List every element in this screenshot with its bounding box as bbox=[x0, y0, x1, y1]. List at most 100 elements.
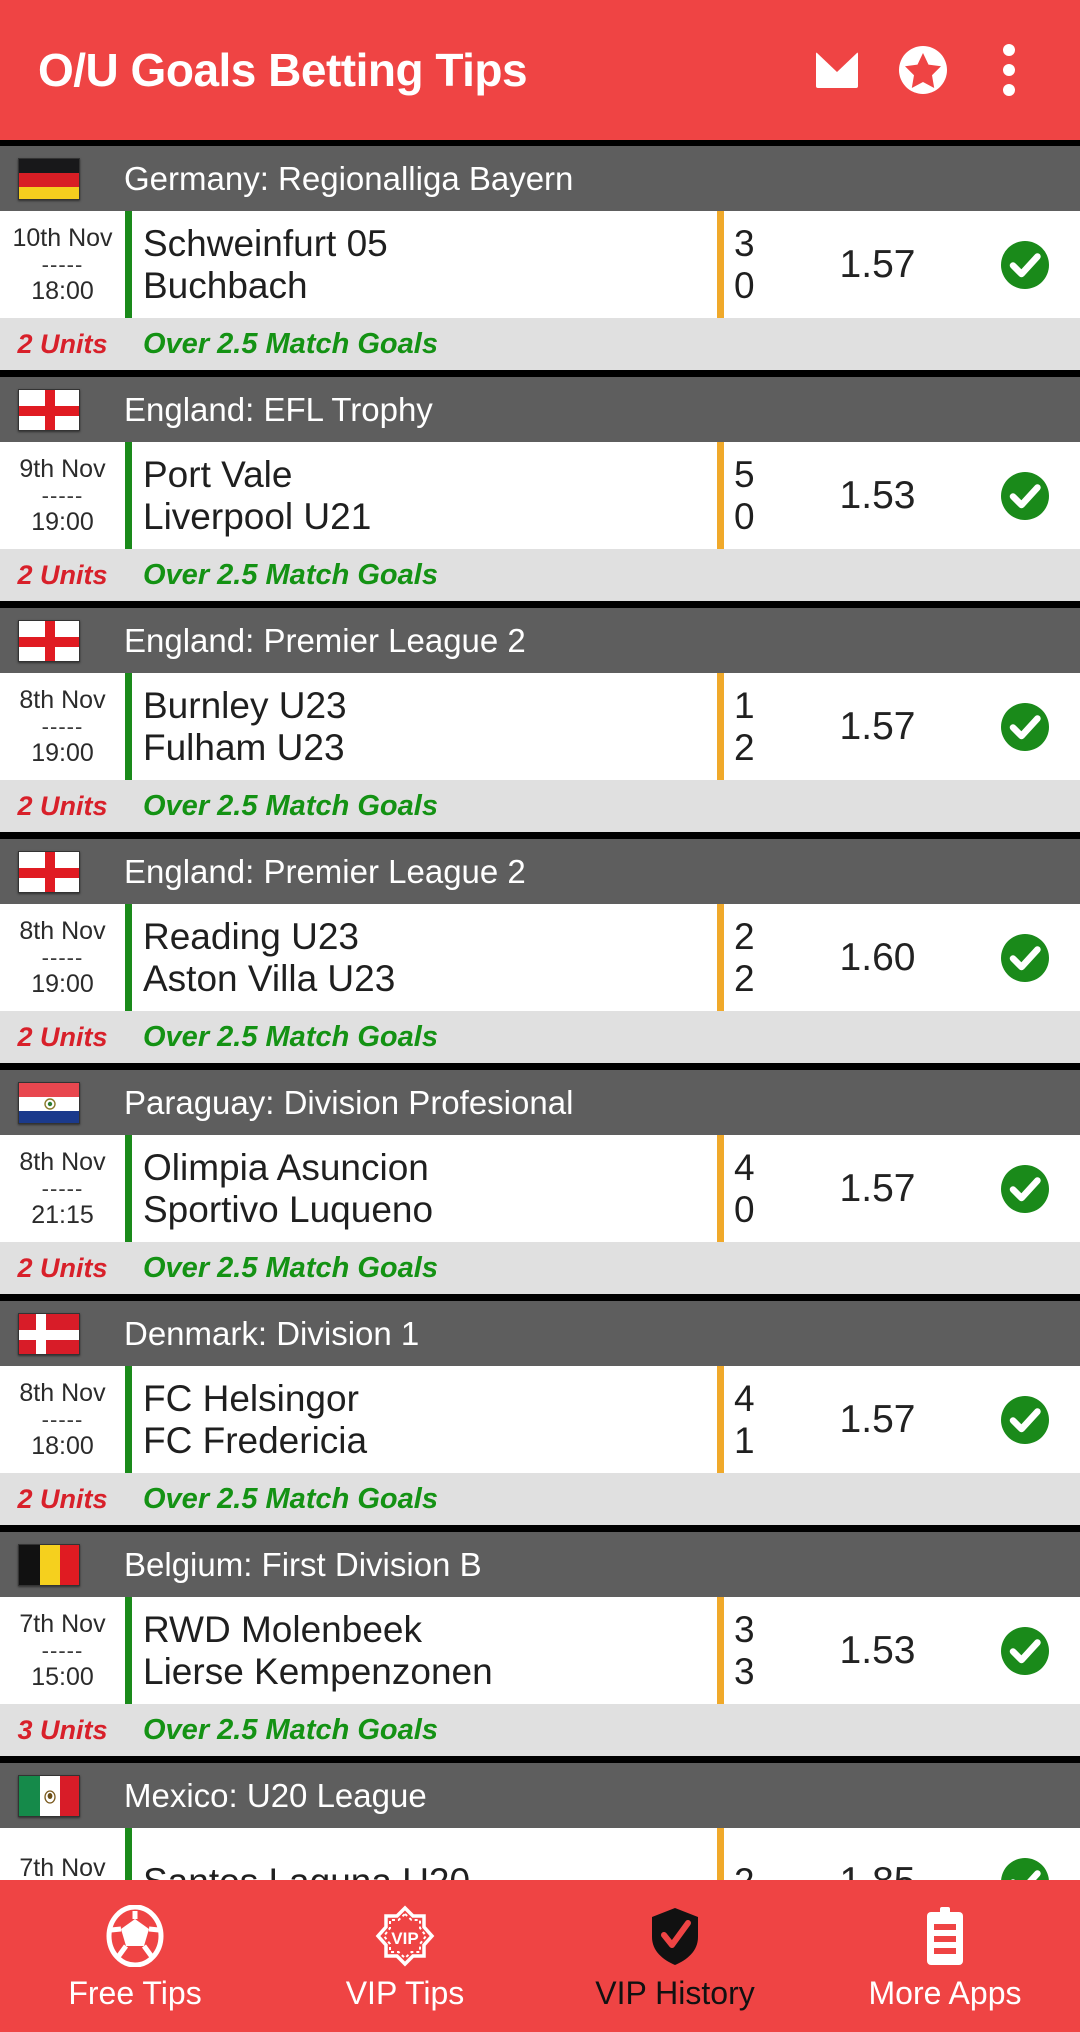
away-score: 2 bbox=[734, 957, 755, 999]
tip-card[interactable]: Germany: Regionalliga Bayern 10th Nov ----… bbox=[0, 146, 1080, 370]
away-score: 0 bbox=[734, 264, 755, 306]
clipboard-icon bbox=[914, 1903, 976, 1969]
match-date: 7th Nov bbox=[19, 1853, 106, 1882]
match-date: 8th Nov bbox=[19, 1378, 106, 1407]
match-time: 21:15 bbox=[31, 1201, 94, 1230]
nav-item-label: VIP History bbox=[595, 1975, 755, 2011]
league-header: England: EFL Trophy bbox=[0, 377, 1080, 442]
team-names: Port Vale Liverpool U21 bbox=[125, 442, 717, 549]
team-names: Reading U23 Aston Villa U23 bbox=[125, 904, 717, 1011]
units-stake: 2 Units bbox=[17, 1252, 108, 1283]
nav-item-vip-history[interactable]: VIP History bbox=[540, 1880, 810, 2032]
match-row[interactable]: 8th Nov ----- 19:00 Burnley U23 Fulham U23 1 2… bbox=[0, 673, 1080, 780]
match-date: 7th Nov bbox=[19, 1609, 106, 1638]
vip-badge-icon: VIP bbox=[374, 1903, 436, 1969]
match-score: 30 bbox=[717, 211, 785, 318]
tip-card[interactable]: England: Premier League 2 8th Nov ----- 19:… bbox=[0, 608, 1080, 832]
country-flag-icon bbox=[18, 157, 80, 200]
nav-item-label: More Apps bbox=[868, 1975, 1022, 2011]
away-team: Aston Villa U23 bbox=[143, 957, 396, 999]
match-datetime: 8th Nov ----- 21:15 bbox=[0, 1135, 125, 1242]
tip-row: 2 Units Over 2.5 Match Goals bbox=[0, 1473, 1080, 1525]
match-row[interactable]: 7th Nov ----- 15:00 RWD Molenbeek Lierse Kem… bbox=[0, 1597, 1080, 1704]
league-header: Mexico: U20 League bbox=[0, 1763, 1080, 1828]
league-header: Germany: Regionalliga Bayern bbox=[0, 146, 1080, 211]
tip-card[interactable]: Denmark: Division 1 8th Nov ----- 18:00 FC H… bbox=[0, 1301, 1080, 1525]
home-score: 2 bbox=[734, 916, 755, 958]
tip-selection: Over 2.5 Match Goals bbox=[143, 1482, 438, 1515]
tip-card[interactable]: Paraguay: Division Profesional 8th Nov ---… bbox=[0, 1070, 1080, 1294]
tip-card[interactable]: England: Premier League 2 8th Nov ----- 19:… bbox=[0, 839, 1080, 1063]
match-datetime: 9th Nov ----- 19:00 bbox=[0, 442, 125, 549]
home-score: 1 bbox=[734, 685, 755, 727]
tip-selection: Over 2.5 Match Goals bbox=[143, 789, 438, 822]
units-stake: 2 Units bbox=[17, 1483, 108, 1514]
match-datetime: 8th Nov ----- 19:00 bbox=[0, 673, 125, 780]
page-title: O/U Goals Betting Tips bbox=[38, 44, 528, 96]
match-row[interactable]: 8th Nov ----- 18:00 FC Helsingor FC Frederic… bbox=[0, 1366, 1080, 1473]
tip-card[interactable]: England: EFL Trophy 9th Nov ----- 19:00 Port… bbox=[0, 377, 1080, 601]
result-status-icon bbox=[970, 1135, 1080, 1242]
nav-item-more-apps[interactable]: More Apps bbox=[810, 1880, 1080, 2032]
app-root: O/U Goals Betting Tips Germany: Regional… bbox=[0, 0, 1080, 2032]
datetime-separator: ----- bbox=[41, 944, 84, 970]
star-icon[interactable] bbox=[880, 27, 966, 113]
league-name: Paraguay: Division Profesional bbox=[124, 1083, 574, 1121]
match-datetime: 8th Nov ----- 18:00 bbox=[0, 1366, 125, 1473]
odds-value: 1.57 bbox=[839, 242, 916, 286]
home-team: FC Helsingor bbox=[143, 1378, 359, 1420]
match-time: 19:00 bbox=[31, 508, 94, 537]
odds-value: 1.53 bbox=[839, 473, 916, 517]
league-header: Paraguay: Division Profesional bbox=[0, 1070, 1080, 1135]
team-names: FC Helsingor FC Fredericia bbox=[125, 1366, 717, 1473]
match-row[interactable]: 10th Nov ----- 18:00 Schweinfurt 05 Buchbach… bbox=[0, 211, 1080, 318]
league-name: Belgium: First Division B bbox=[124, 1545, 482, 1583]
match-score: 50 bbox=[717, 442, 785, 549]
overflow-menu-icon[interactable] bbox=[966, 27, 1052, 113]
away-score: 3 bbox=[734, 1650, 755, 1692]
match-score: 40 bbox=[717, 1135, 785, 1242]
home-team: Schweinfurt 05 bbox=[143, 223, 388, 265]
tip-row: 2 Units Over 2.5 Match Goals bbox=[0, 1242, 1080, 1294]
datetime-separator: ----- bbox=[41, 1175, 84, 1201]
match-score: 12 bbox=[717, 673, 785, 780]
home-score: 4 bbox=[734, 1378, 755, 1420]
nav-item-vip-tips[interactable]: VIP VIP Tips bbox=[270, 1880, 540, 2032]
country-flag-icon bbox=[18, 1774, 80, 1817]
country-flag-icon bbox=[18, 619, 80, 662]
match-time: 19:00 bbox=[31, 739, 94, 768]
away-score: 2 bbox=[734, 726, 755, 768]
league-header: Belgium: First Division B bbox=[0, 1532, 1080, 1597]
match-row[interactable]: 8th Nov ----- 19:00 Reading U23 Aston Villa … bbox=[0, 904, 1080, 1011]
match-row[interactable]: 8th Nov ----- 21:15 Olimpia Asuncion Sportiv… bbox=[0, 1135, 1080, 1242]
tips-list[interactable]: Germany: Regionalliga Bayern 10th Nov ----… bbox=[0, 140, 1080, 2032]
bottom-navigation: Free Tips VIP VIP Tips VIP History More Apps bbox=[0, 1880, 1080, 2032]
units-stake: 2 Units bbox=[17, 1021, 108, 1052]
result-status-icon bbox=[970, 1597, 1080, 1704]
away-team: FC Fredericia bbox=[143, 1419, 368, 1461]
tip-card[interactable]: Belgium: First Division B 7th Nov ----- 15:… bbox=[0, 1532, 1080, 1756]
svg-text:VIP: VIP bbox=[391, 1929, 418, 1948]
odds-value: 1.53 bbox=[839, 1628, 916, 1672]
shield-check-icon bbox=[644, 1903, 706, 1969]
nav-item-free-tips[interactable]: Free Tips bbox=[0, 1880, 270, 2032]
team-names: RWD Molenbeek Lierse Kempenzonen bbox=[125, 1597, 717, 1704]
result-status-icon bbox=[970, 673, 1080, 780]
home-team: Burnley U23 bbox=[143, 685, 347, 727]
league-name: Denmark: Division 1 bbox=[124, 1314, 420, 1352]
match-date: 10th Nov bbox=[12, 223, 113, 252]
mail-icon[interactable] bbox=[794, 27, 880, 113]
match-row[interactable]: 9th Nov ----- 19:00 Port Vale Liverpool U21 5… bbox=[0, 442, 1080, 549]
tip-selection: Over 2.5 Match Goals bbox=[143, 1020, 438, 1053]
datetime-separator: ----- bbox=[41, 713, 84, 739]
home-team: Olimpia Asuncion bbox=[143, 1147, 429, 1189]
away-team: Fulham U23 bbox=[143, 726, 345, 768]
home-team: Port Vale bbox=[143, 454, 293, 496]
tip-selection: Over 2.5 Match Goals bbox=[143, 558, 438, 591]
datetime-separator: ----- bbox=[41, 1406, 84, 1432]
result-status-icon bbox=[970, 1366, 1080, 1473]
match-time: 18:00 bbox=[31, 277, 94, 306]
result-status-icon bbox=[970, 211, 1080, 318]
home-score: 3 bbox=[734, 223, 755, 265]
odds-value: 1.60 bbox=[839, 935, 916, 979]
